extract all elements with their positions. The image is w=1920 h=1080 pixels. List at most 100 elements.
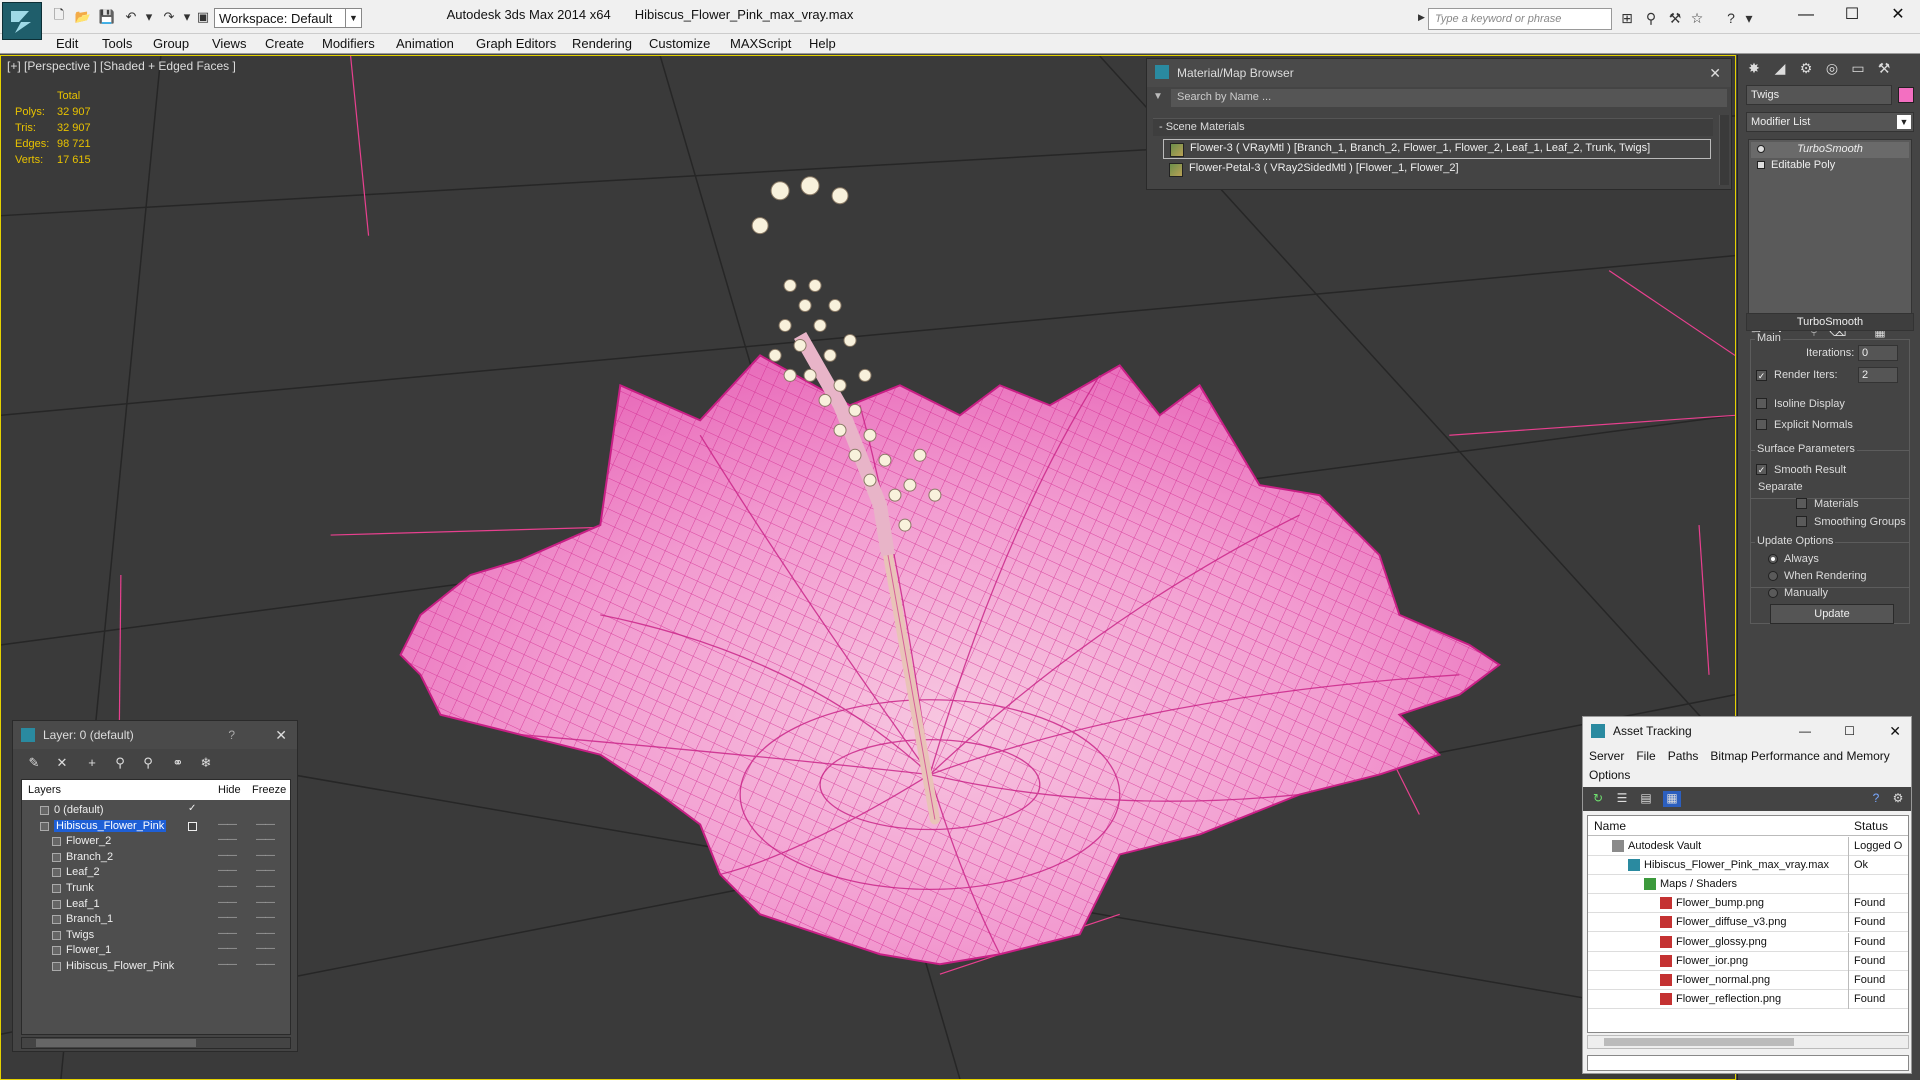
hide-toggle[interactable]: —— [218, 928, 237, 939]
scene-materials-section[interactable]: - Scene Materials [1153, 118, 1713, 136]
hide-toggle[interactable]: —— [218, 850, 237, 861]
hierarchy-tab-icon[interactable]: ⚙ [1794, 57, 1818, 79]
layers-column-header[interactable]: Layers [28, 784, 61, 796]
asset-row[interactable]: Flower_normal.png Found [1588, 970, 1908, 990]
asset-menu-options[interactable]: Options [1589, 768, 1630, 782]
expand-icon[interactable] [1757, 161, 1765, 169]
freeze-toggle[interactable]: —— [256, 959, 275, 970]
freeze-toggle[interactable]: —— [256, 943, 275, 954]
menu-modifiers[interactable]: Modifiers [322, 34, 375, 54]
horizontal-scrollbar[interactable] [1587, 1035, 1909, 1049]
freeze-toggle[interactable]: —— [256, 865, 275, 876]
layer-name[interactable]: Flower_2 [66, 835, 111, 847]
smooth-result-checkbox[interactable]: ✓ [1756, 464, 1767, 475]
freeze-all-icon[interactable]: ❄ [197, 755, 215, 771]
update-always-radio[interactable] [1768, 554, 1778, 564]
scrollbar-thumb[interactable] [36, 1039, 196, 1047]
name-column-header[interactable]: Name [1594, 819, 1626, 833]
stack-item-editable-poly[interactable]: Editable Poly [1751, 158, 1909, 174]
set-current-layer-icon[interactable] [188, 821, 197, 831]
separate-materials-checkbox[interactable] [1796, 498, 1807, 509]
binoculars-icon[interactable]: ⊞ [1618, 10, 1636, 26]
list-view-icon[interactable]: ☰ [1613, 791, 1631, 807]
menu-animation[interactable]: Animation [396, 34, 454, 54]
layer-name[interactable]: Branch_1 [66, 913, 113, 925]
help-icon[interactable]: ? [1722, 10, 1740, 26]
maximize-button[interactable]: ☐ [1832, 4, 1872, 28]
asset-menu-bitmap-performance[interactable]: Bitmap Performance and Memory [1710, 749, 1889, 763]
favorites-star-icon[interactable]: ☆ [1688, 10, 1706, 26]
isoline-display-checkbox[interactable] [1756, 398, 1767, 409]
motion-tab-icon[interactable]: ◎ [1820, 57, 1844, 79]
hide-column-header[interactable]: Hide [218, 784, 241, 796]
menu-tools[interactable]: Tools [102, 34, 132, 54]
refresh-icon[interactable]: ↻ [1589, 791, 1607, 807]
menu-create[interactable]: Create [265, 34, 304, 54]
maximize-icon[interactable]: ☐ [1844, 717, 1855, 745]
communication-center-icon[interactable]: ⚒ [1666, 10, 1684, 26]
separate-smoothing-groups-checkbox[interactable] [1796, 516, 1807, 527]
create-tab-icon[interactable]: ✸ [1742, 57, 1766, 79]
menu-rendering[interactable]: Rendering [572, 34, 632, 54]
asset-row[interactable]: Maps / Shaders [1588, 875, 1908, 895]
select-objects-icon[interactable]: ⚲ [111, 755, 129, 771]
help-button[interactable]: ? [228, 721, 235, 749]
panel-title-bar[interactable]: Asset Tracking — ☐ ✕ [1583, 717, 1911, 745]
hide-toggle[interactable]: —— [218, 865, 237, 876]
render-iters-checkbox[interactable]: ✓ [1756, 370, 1767, 381]
status-column-header[interactable]: Status [1854, 819, 1888, 833]
freeze-toggle[interactable]: —— [256, 897, 275, 908]
hide-all-icon[interactable]: ⚭ [169, 755, 187, 771]
update-when-rendering-radio[interactable] [1768, 571, 1778, 581]
asset-row[interactable]: Flower_reflection.png Found [1588, 989, 1908, 1009]
iterations-spinner[interactable]: 0 [1858, 345, 1898, 361]
utilities-tab-icon[interactable]: ⚒ [1872, 57, 1896, 79]
asset-menu-file[interactable]: File [1636, 749, 1655, 763]
layer-name[interactable]: Hibiscus_Flower_Pink [54, 819, 167, 832]
help-search-input[interactable]: Type a keyword or phrase [1428, 8, 1612, 30]
viewport-label-menu[interactable]: [+] [Perspective ] [Shaded + Edged Faces… [7, 59, 236, 73]
freeze-toggle[interactable]: —— [256, 819, 275, 830]
horizontal-scrollbar[interactable] [21, 1037, 291, 1049]
app-menu-button[interactable] [2, 2, 42, 40]
close-icon[interactable]: ✕ [275, 721, 287, 749]
layer-name[interactable]: 0 (default) [54, 804, 104, 816]
asset-row[interactable]: Flower_glossy.png Found [1588, 932, 1908, 952]
asset-menu-paths[interactable]: Paths [1668, 749, 1699, 763]
freeze-toggle[interactable]: —— [256, 881, 275, 892]
menu-customize[interactable]: Customize [649, 34, 710, 54]
close-button[interactable]: ✕ [1878, 4, 1918, 28]
search-options-icon[interactable]: ▼ [1153, 91, 1163, 102]
turbosmooth-rollout-header[interactable]: TurboSmooth [1746, 313, 1914, 331]
help-icon[interactable]: ? [1867, 791, 1885, 807]
modify-tab-icon[interactable]: ◢ [1768, 57, 1792, 79]
menu-maxscript[interactable]: MAXScript [730, 34, 791, 54]
material-item[interactable]: Flower-3 ( VRayMtl ) [Branch_1, Branch_2… [1163, 139, 1711, 159]
menu-help[interactable]: Help [809, 34, 836, 54]
explicit-normals-checkbox[interactable] [1756, 419, 1767, 430]
stack-item-turbosmooth[interactable]: TurboSmooth [1751, 142, 1909, 158]
hide-toggle[interactable]: —— [218, 897, 237, 908]
vertical-scrollbar[interactable] [1719, 115, 1729, 185]
minimize-icon[interactable]: — [1799, 717, 1811, 745]
layer-name[interactable]: Flower_1 [66, 944, 111, 956]
display-tab-icon[interactable]: ▭ [1846, 57, 1870, 79]
panel-title-bar[interactable]: Material/Map Browser ✕ [1147, 59, 1731, 87]
object-color-swatch[interactable] [1898, 87, 1914, 103]
create-layer-icon[interactable]: ✎ [25, 755, 43, 771]
layer-name[interactable]: Leaf_1 [66, 898, 100, 910]
panel-title-bar[interactable]: Layer: 0 (default) ? ✕ [13, 721, 297, 749]
hide-toggle[interactable]: —— [218, 959, 237, 970]
close-icon[interactable]: ✕ [1889, 717, 1901, 745]
material-item[interactable]: Flower-Petal-3 ( VRay2SidedMtl ) [Flower… [1163, 160, 1711, 180]
minimize-button[interactable]: — [1786, 4, 1826, 28]
hide-toggle[interactable]: —— [218, 912, 237, 923]
table-view-icon[interactable]: ▦ [1663, 791, 1681, 807]
modifier-list-dropdown[interactable]: Modifier List ▼ [1746, 112, 1914, 132]
asset-menu-server[interactable]: Server [1589, 749, 1624, 763]
lightbulb-icon[interactable] [1757, 145, 1765, 153]
asset-row[interactable]: Autodesk Vault Logged O [1588, 837, 1908, 856]
layer-row[interactable]: Hibiscus_Flower_Pink —— —— [22, 957, 290, 976]
close-icon[interactable]: ✕ [1709, 59, 1721, 87]
freeze-toggle[interactable]: —— [256, 834, 275, 845]
